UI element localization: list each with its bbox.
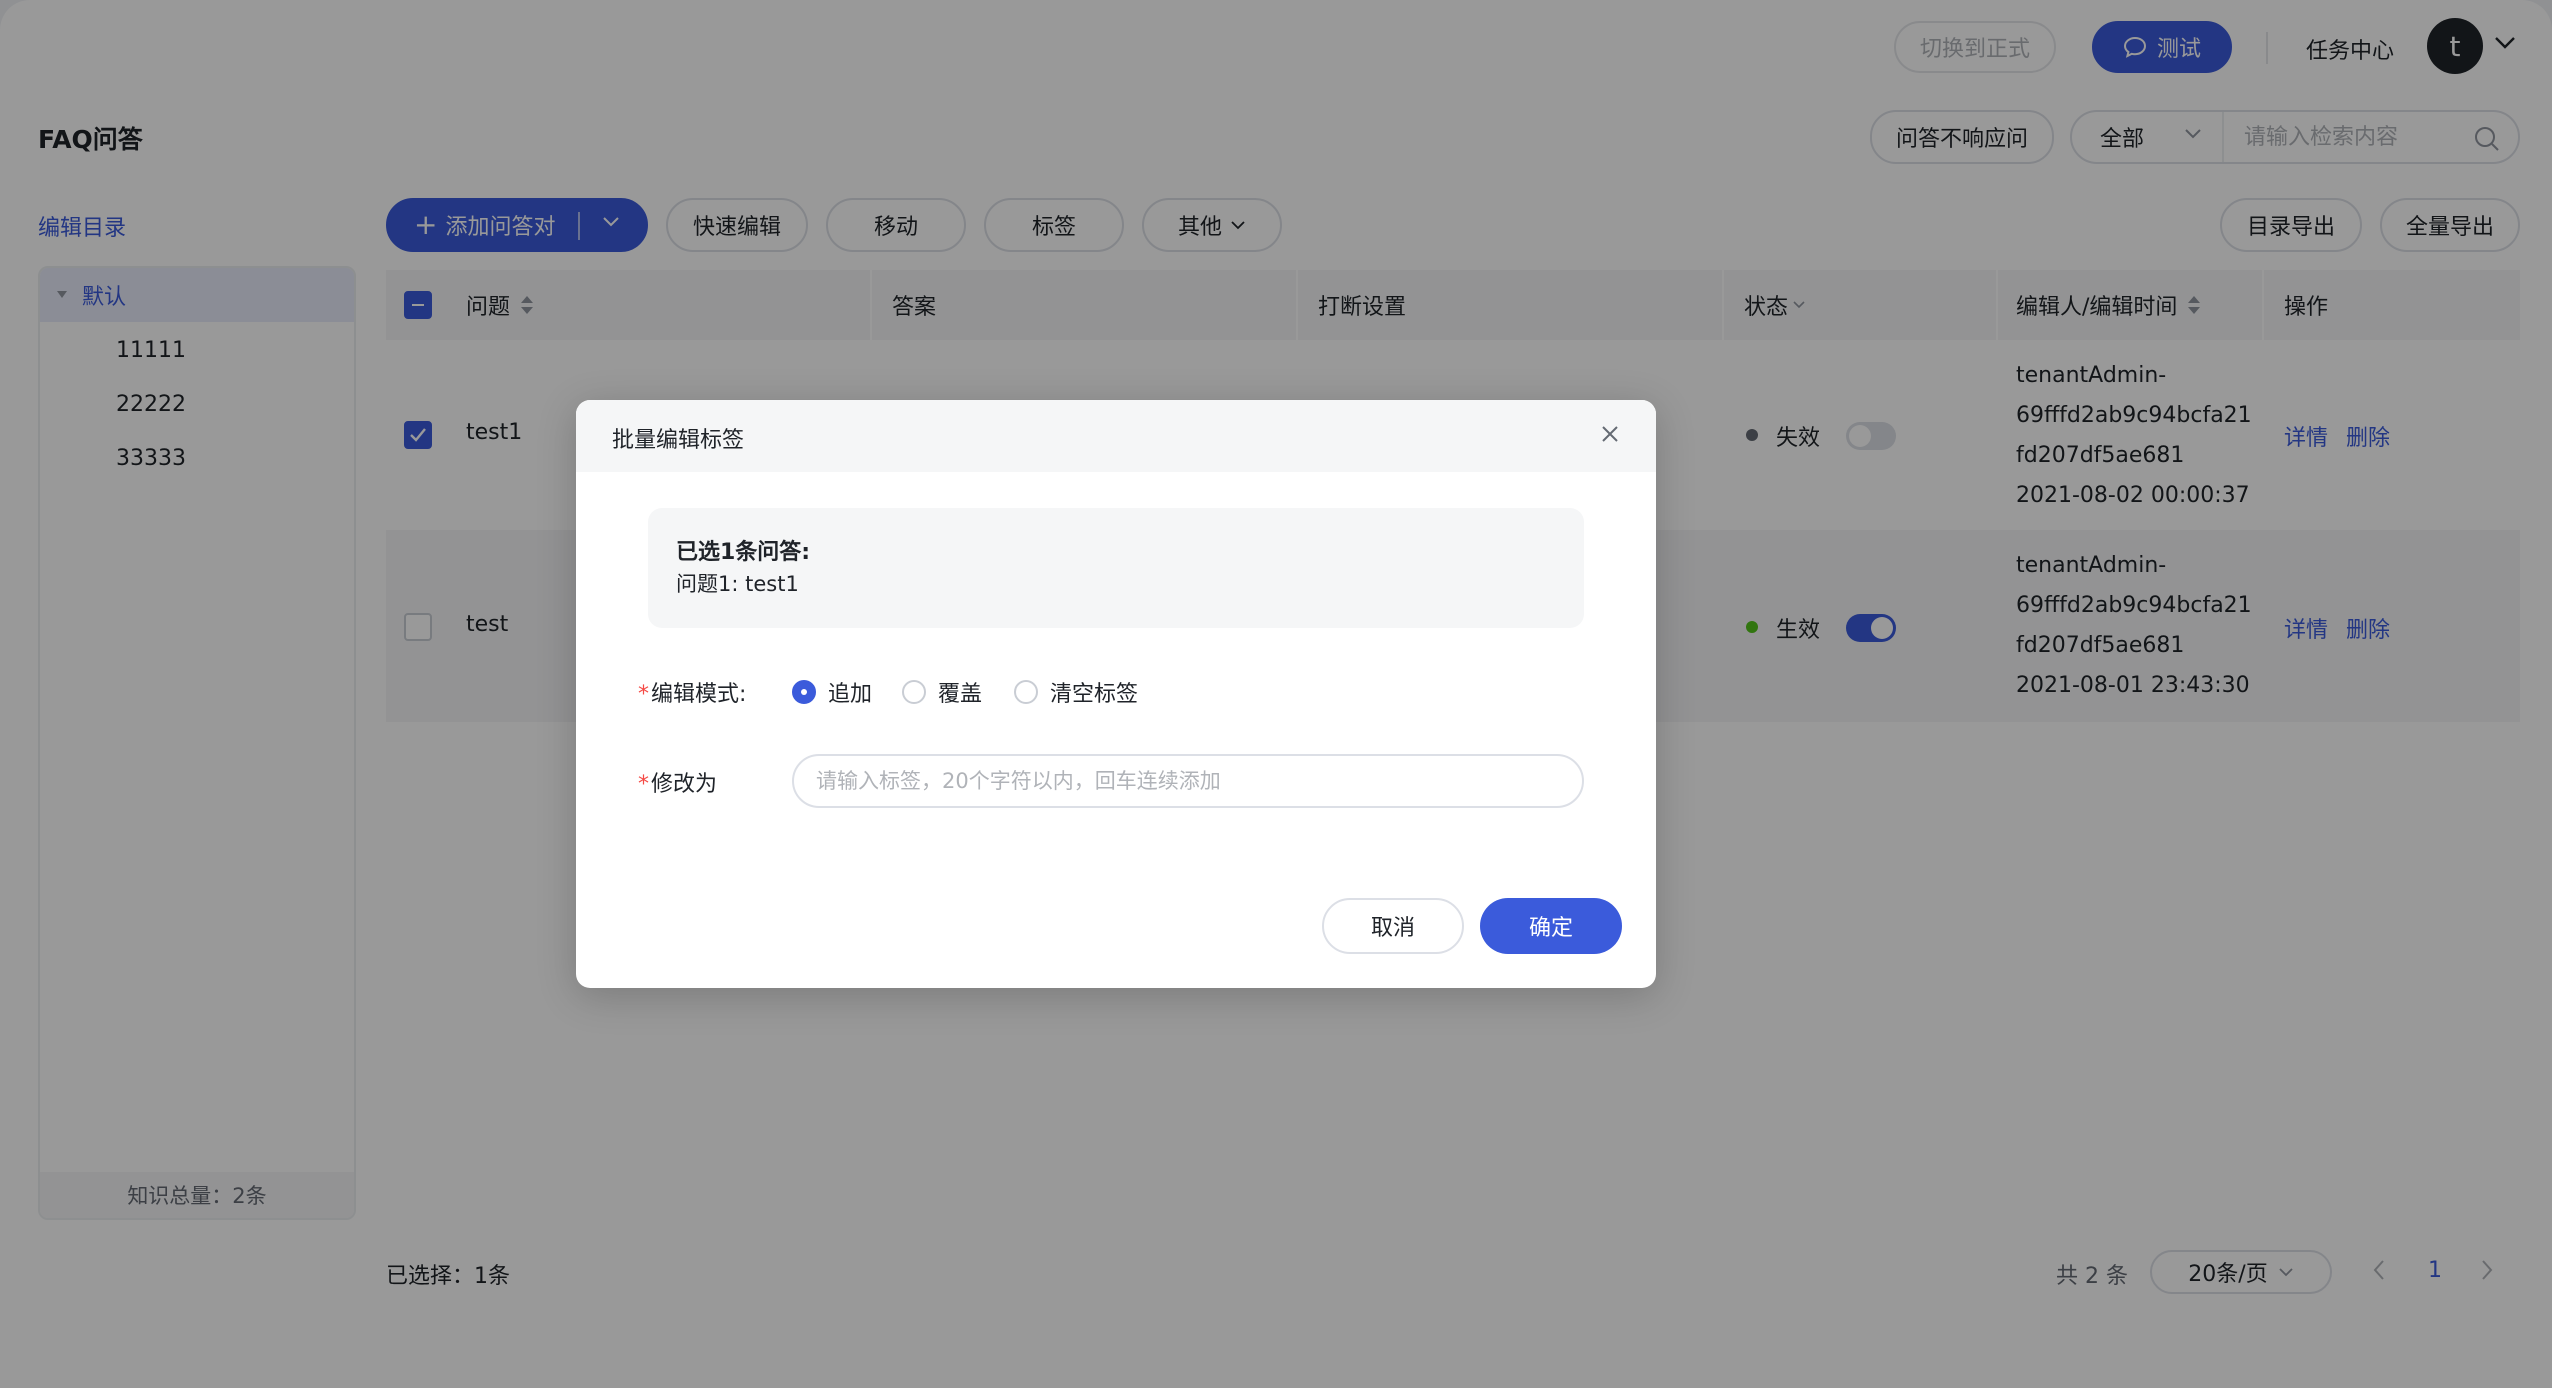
- required-asterisk: *: [638, 772, 649, 797]
- radio-overwrite[interactable]: 覆盖: [902, 676, 982, 708]
- edit-mode-label: *编辑模式:: [638, 676, 746, 708]
- dialog-title: 批量编辑标签: [612, 428, 745, 453]
- radio-append[interactable]: 追加: [792, 676, 872, 708]
- change-to-label-text: 修改为: [651, 772, 718, 797]
- radio-label: 覆盖: [938, 682, 983, 707]
- selected-qa-summary: 已选1条问答: 问题1: test1: [648, 508, 1584, 628]
- dialog-header: 批量编辑标签: [576, 400, 1656, 472]
- radio-circle[interactable]: [792, 680, 816, 704]
- radio-circle[interactable]: [902, 680, 926, 704]
- required-asterisk: *: [638, 682, 649, 707]
- radio-clear-tags[interactable]: 清空标签: [1014, 676, 1138, 708]
- cancel-button[interactable]: 取消: [1322, 898, 1464, 954]
- batch-edit-tags-dialog: 批量编辑标签 已选1条问答: 问题1: test1 *编辑模式: 追加 覆盖 清…: [576, 400, 1656, 988]
- radio-label: 追加: [828, 682, 873, 707]
- radio-circle[interactable]: [1014, 680, 1038, 704]
- change-to-label: *修改为: [638, 766, 717, 798]
- close-icon[interactable]: [1600, 424, 1620, 444]
- selected-qa-title: 已选1条问答:: [676, 540, 811, 565]
- tag-input[interactable]: [792, 754, 1584, 808]
- radio-label: 清空标签: [1050, 682, 1139, 707]
- selected-qa-item: 问题1: test1: [676, 572, 799, 596]
- confirm-button[interactable]: 确定: [1480, 898, 1622, 954]
- edit-mode-label-text: 编辑模式:: [651, 682, 747, 707]
